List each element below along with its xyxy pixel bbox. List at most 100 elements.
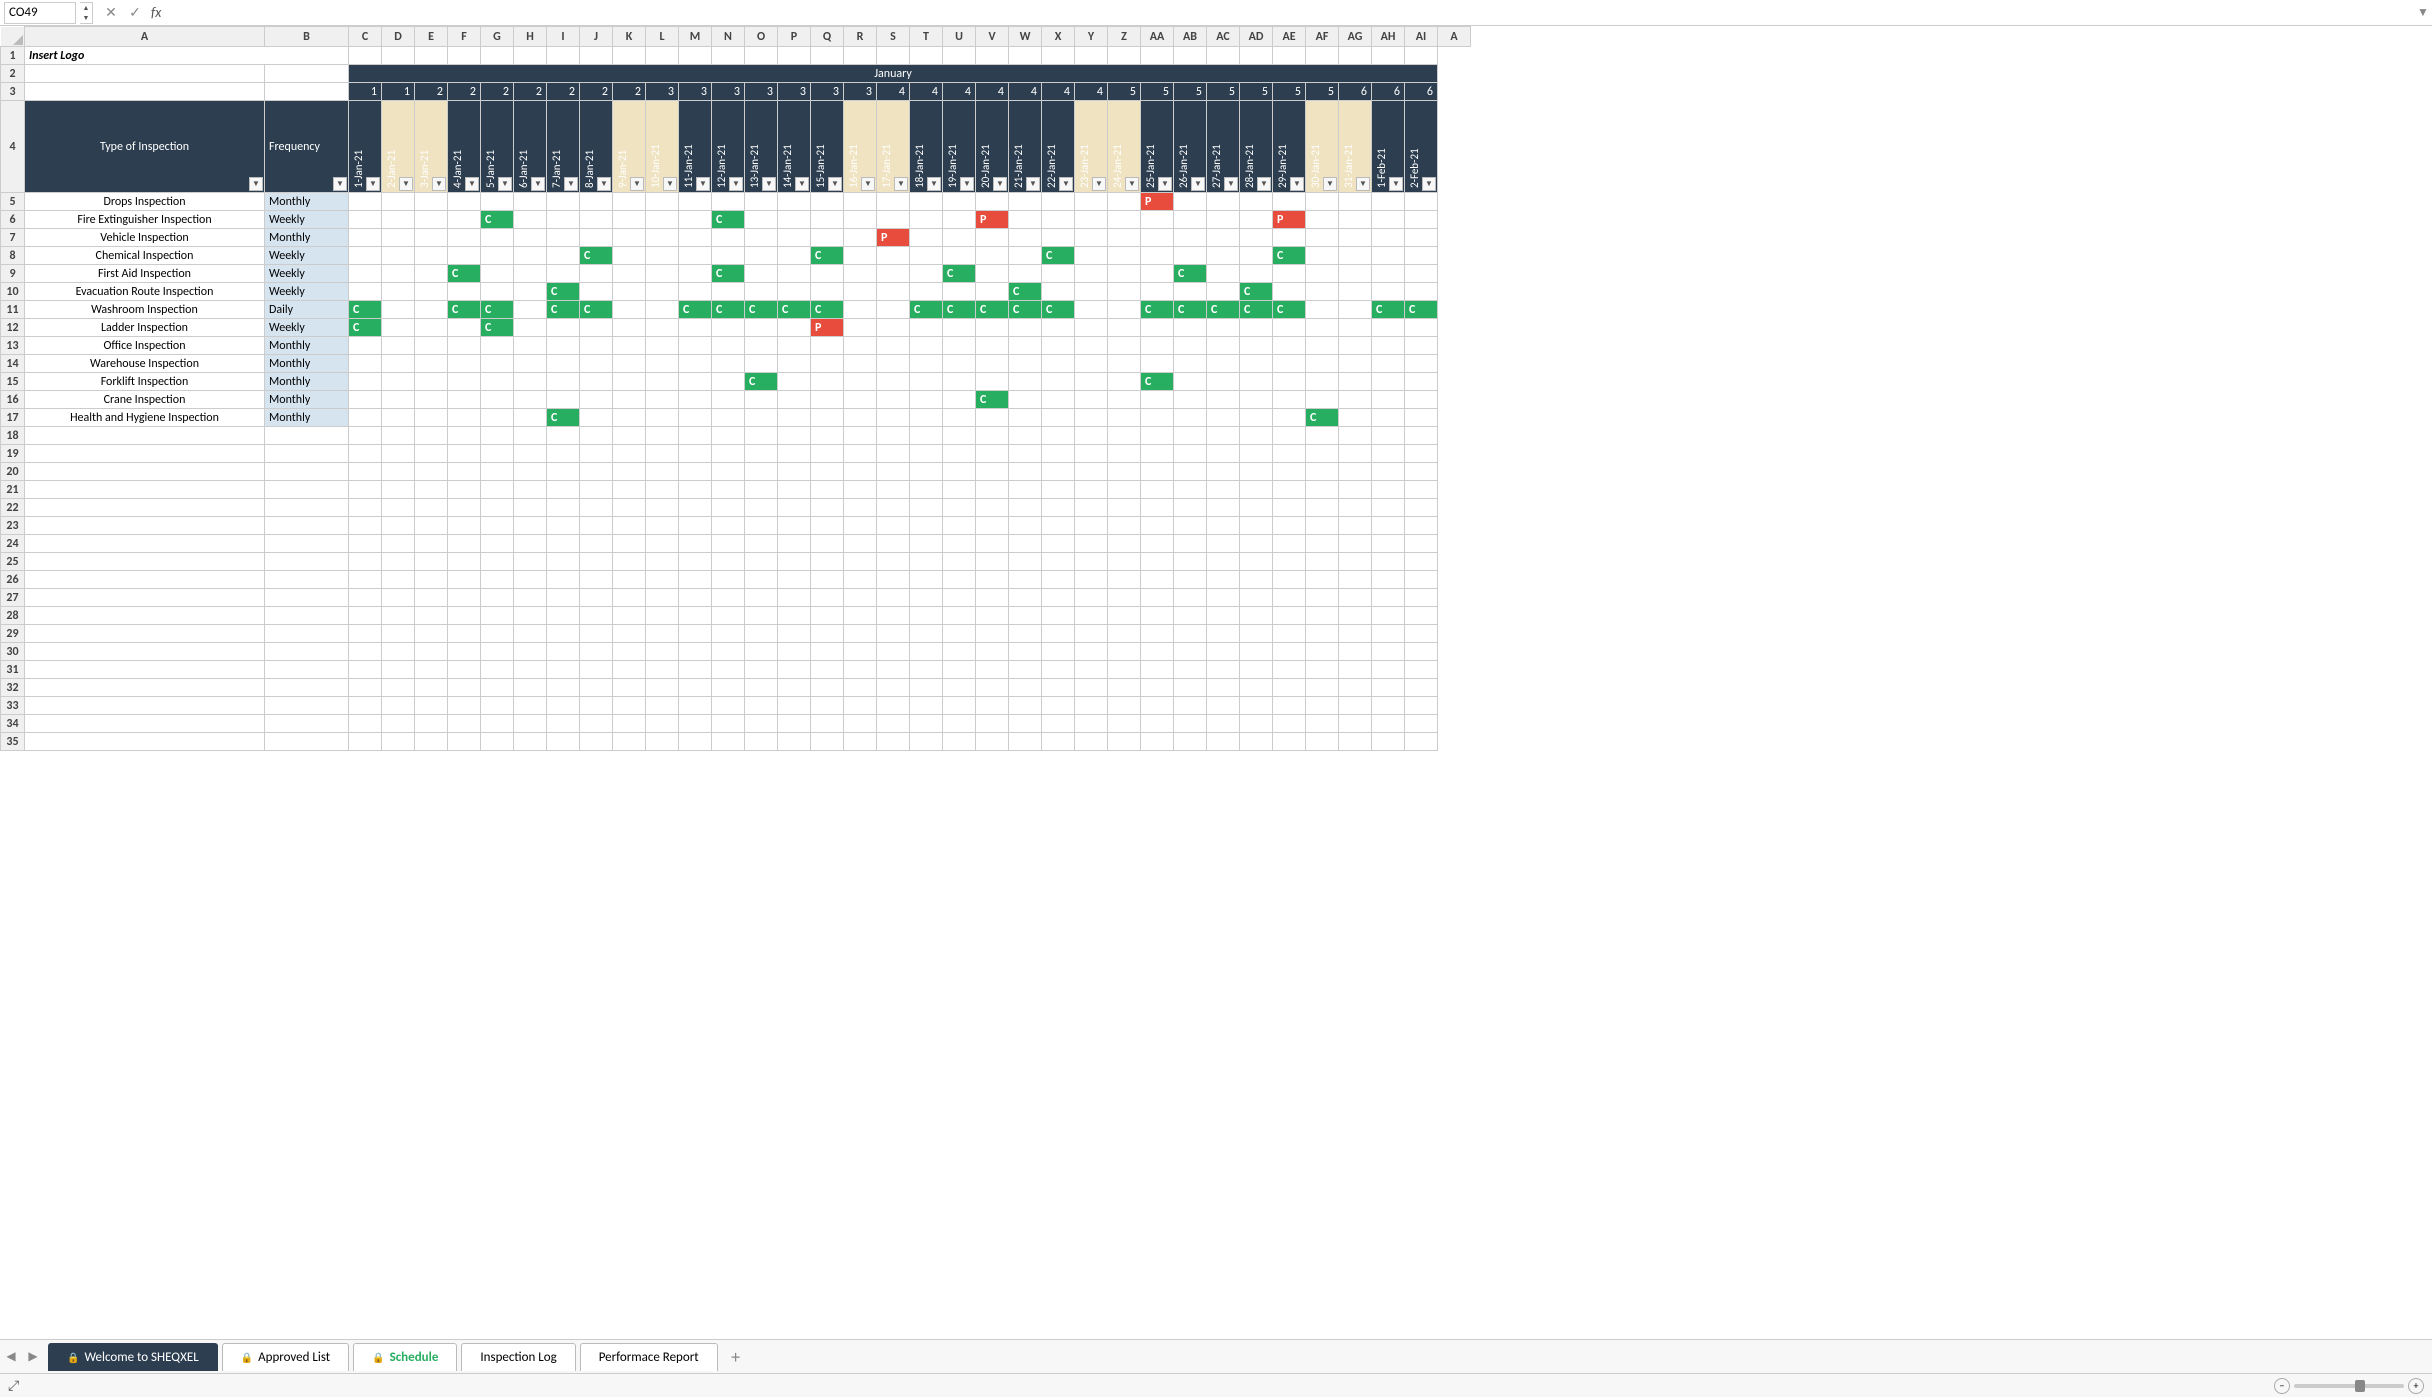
filter-dropdown-icon[interactable]: ▼ bbox=[960, 177, 974, 191]
cell[interactable] bbox=[481, 337, 514, 355]
cell[interactable] bbox=[1108, 373, 1141, 391]
cell[interactable] bbox=[1009, 265, 1042, 283]
cell[interactable] bbox=[679, 661, 712, 679]
cell[interactable] bbox=[844, 193, 877, 211]
cell[interactable] bbox=[910, 715, 943, 733]
date-header[interactable]: 14-Jan-21▼ bbox=[778, 101, 811, 193]
cell[interactable] bbox=[811, 571, 844, 589]
cell[interactable] bbox=[646, 193, 679, 211]
inspection-name-cell[interactable]: Office Inspection bbox=[25, 337, 265, 355]
cell[interactable] bbox=[547, 265, 580, 283]
date-header[interactable]: 29-Jan-21▼ bbox=[1273, 101, 1306, 193]
cell[interactable] bbox=[1207, 265, 1240, 283]
cell[interactable] bbox=[877, 589, 910, 607]
cell[interactable] bbox=[481, 571, 514, 589]
cell[interactable] bbox=[1339, 463, 1372, 481]
cell[interactable] bbox=[415, 283, 448, 301]
cell[interactable] bbox=[811, 391, 844, 409]
cell[interactable] bbox=[1372, 589, 1405, 607]
cell[interactable] bbox=[481, 589, 514, 607]
cell[interactable] bbox=[25, 463, 265, 481]
week-number-cell[interactable]: 3 bbox=[646, 83, 679, 101]
cell[interactable] bbox=[547, 643, 580, 661]
cell[interactable] bbox=[1174, 553, 1207, 571]
cell[interactable] bbox=[1306, 211, 1339, 229]
cell[interactable] bbox=[1339, 517, 1372, 535]
cell[interactable] bbox=[448, 355, 481, 373]
cell[interactable] bbox=[943, 373, 976, 391]
cell[interactable] bbox=[646, 283, 679, 301]
cell[interactable] bbox=[349, 427, 382, 445]
cell[interactable] bbox=[910, 499, 943, 517]
cell[interactable] bbox=[646, 607, 679, 625]
filter-dropdown-icon[interactable]: ▼ bbox=[1290, 177, 1304, 191]
cell[interactable] bbox=[1174, 589, 1207, 607]
cell[interactable] bbox=[613, 319, 646, 337]
filter-dropdown-icon[interactable]: ▼ bbox=[894, 177, 908, 191]
cell[interactable] bbox=[613, 301, 646, 319]
cell[interactable] bbox=[1042, 589, 1075, 607]
cell[interactable] bbox=[976, 445, 1009, 463]
cell[interactable] bbox=[1273, 571, 1306, 589]
cell[interactable] bbox=[1240, 499, 1273, 517]
cell[interactable] bbox=[415, 643, 448, 661]
cell[interactable] bbox=[1141, 265, 1174, 283]
cell[interactable] bbox=[349, 643, 382, 661]
cell[interactable] bbox=[1273, 193, 1306, 211]
filter-dropdown-icon[interactable]: ▼ bbox=[366, 177, 380, 191]
filter-dropdown-icon[interactable]: ▼ bbox=[1257, 177, 1271, 191]
cell[interactable] bbox=[811, 607, 844, 625]
status-cell[interactable]: C bbox=[580, 247, 613, 265]
week-number-cell[interactable]: 2 bbox=[514, 83, 547, 101]
cell[interactable] bbox=[1075, 47, 1108, 65]
cell[interactable] bbox=[349, 373, 382, 391]
filter-dropdown-icon[interactable]: ▼ bbox=[465, 177, 479, 191]
column-header[interactable]: AE bbox=[1273, 27, 1306, 47]
cell[interactable] bbox=[877, 355, 910, 373]
date-header[interactable]: 25-Jan-21▼ bbox=[1141, 101, 1174, 193]
cell[interactable] bbox=[910, 643, 943, 661]
cell[interactable] bbox=[1339, 679, 1372, 697]
cell[interactable] bbox=[613, 715, 646, 733]
date-header[interactable]: 9-Jan-21▼ bbox=[613, 101, 646, 193]
cell[interactable] bbox=[1174, 499, 1207, 517]
cell[interactable] bbox=[778, 733, 811, 751]
filter-dropdown-icon[interactable]: ▼ bbox=[1026, 177, 1040, 191]
row-header[interactable]: 35 bbox=[1, 733, 25, 751]
cell[interactable] bbox=[1405, 211, 1438, 229]
cell[interactable] bbox=[1405, 643, 1438, 661]
cell[interactable] bbox=[1306, 625, 1339, 643]
cell[interactable] bbox=[382, 193, 415, 211]
status-cell[interactable]: C bbox=[448, 265, 481, 283]
cell[interactable] bbox=[382, 337, 415, 355]
cell[interactable] bbox=[382, 553, 415, 571]
cell[interactable] bbox=[1207, 679, 1240, 697]
cell[interactable] bbox=[349, 283, 382, 301]
cell[interactable] bbox=[514, 517, 547, 535]
cell[interactable] bbox=[1207, 247, 1240, 265]
cell[interactable] bbox=[1009, 589, 1042, 607]
status-cell[interactable]: C bbox=[712, 301, 745, 319]
cell[interactable] bbox=[1273, 607, 1306, 625]
cell[interactable] bbox=[844, 715, 877, 733]
cell[interactable] bbox=[1108, 571, 1141, 589]
sheet-tab[interactable]: Inspection Log bbox=[461, 1343, 575, 1371]
cell[interactable] bbox=[1009, 373, 1042, 391]
status-cell[interactable]: C bbox=[745, 373, 778, 391]
cell[interactable] bbox=[679, 355, 712, 373]
cell[interactable] bbox=[448, 679, 481, 697]
cell[interactable] bbox=[910, 409, 943, 427]
date-header[interactable]: 20-Jan-21▼ bbox=[976, 101, 1009, 193]
cell[interactable] bbox=[1141, 211, 1174, 229]
cell[interactable] bbox=[1009, 499, 1042, 517]
column-header[interactable]: K bbox=[613, 27, 646, 47]
cell[interactable] bbox=[1009, 193, 1042, 211]
cell[interactable] bbox=[547, 337, 580, 355]
cell[interactable] bbox=[1240, 319, 1273, 337]
cell[interactable] bbox=[1141, 715, 1174, 733]
cell[interactable] bbox=[811, 283, 844, 301]
status-cell[interactable]: C bbox=[1141, 301, 1174, 319]
cell[interactable] bbox=[646, 355, 679, 373]
cell[interactable] bbox=[1009, 535, 1042, 553]
cell[interactable] bbox=[778, 391, 811, 409]
